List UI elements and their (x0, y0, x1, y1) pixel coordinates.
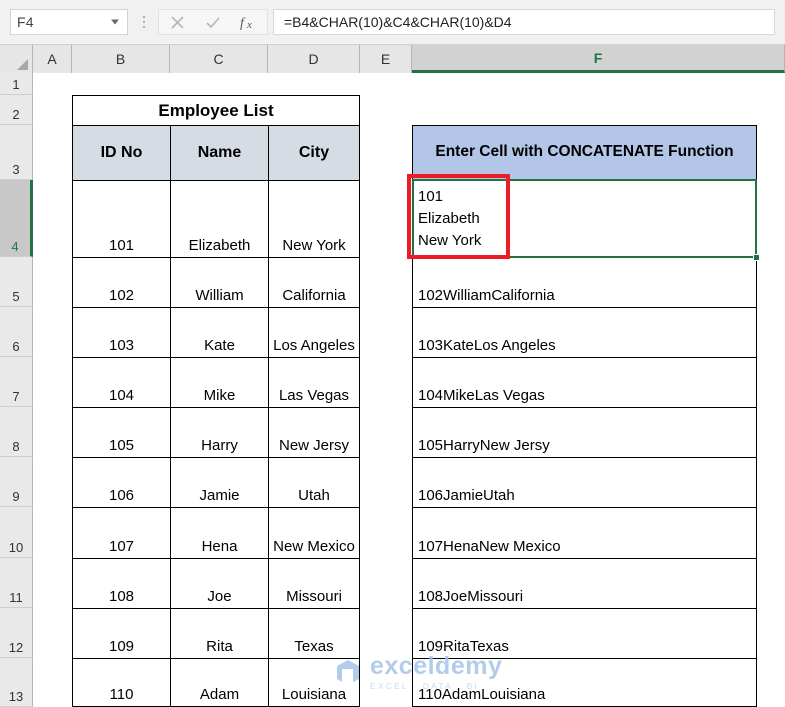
name-box-value: F4 (17, 14, 34, 30)
dot (143, 21, 145, 23)
svg-text:f: f (240, 16, 246, 31)
employee-cell-id-row10[interactable]: 107 (72, 507, 170, 558)
svg-text:x: x (246, 19, 252, 31)
employee-cell-id-row9[interactable]: 106 (72, 457, 170, 507)
employee-cell-id-row8[interactable]: 105 (72, 407, 170, 457)
employee-cell-id-row13[interactable]: 110 (72, 658, 170, 707)
employee-cell-name-row12[interactable]: Rita (170, 608, 268, 658)
employee-cell-name-row8[interactable]: Harry (170, 407, 268, 457)
result-cell-row13[interactable]: 110AdamLouisiana (412, 658, 757, 707)
employee-cell-name-row7[interactable]: Mike (170, 357, 268, 407)
employee-cell-city-row12[interactable]: Texas (268, 608, 360, 658)
column-header-e[interactable]: E (360, 45, 412, 73)
row-header-9[interactable]: 9 (0, 457, 33, 507)
row-header-12[interactable]: 12 (0, 608, 33, 658)
formula-bar: F4 f x =B4&CHAR(10)&C4&CHAR(10)&D4 (0, 0, 785, 45)
formula-bar-drag-handle[interactable] (135, 8, 153, 36)
result-cell-row9[interactable]: 106JamieUtah (412, 457, 757, 507)
employee-table-header-id-no[interactable]: ID No (72, 125, 170, 180)
column-header-a[interactable]: A (33, 45, 72, 73)
row-header-1[interactable]: 1 (0, 73, 33, 95)
employee-cell-city-row10[interactable]: New Mexico (268, 507, 360, 558)
employee-cell-name-row6[interactable]: Kate (170, 307, 268, 357)
employee-cell-city-row6[interactable]: Los Angeles (268, 307, 360, 357)
employee-cell-name-row9[interactable]: Jamie (170, 457, 268, 507)
fill-handle[interactable] (753, 254, 760, 261)
row-header-5[interactable]: 5 (0, 257, 33, 307)
row-header-10[interactable]: 10 (0, 507, 33, 558)
result-cell-row12[interactable]: 109RitaTexas (412, 608, 757, 658)
column-header-b[interactable]: B (72, 45, 170, 73)
dot (143, 26, 145, 28)
employee-cell-city-row4[interactable]: New York (268, 180, 360, 257)
employee-cell-name-row11[interactable]: Joe (170, 558, 268, 608)
employee-cell-id-row7[interactable]: 104 (72, 357, 170, 407)
result-cell-row5[interactable]: 102WilliamCalifornia (412, 257, 757, 307)
row-header-4[interactable]: 4 (0, 180, 33, 257)
employee-table-header-city[interactable]: City (268, 125, 360, 180)
row-header-11[interactable]: 11 (0, 558, 33, 608)
row-header-8[interactable]: 8 (0, 407, 33, 457)
employee-cell-name-row10[interactable]: Hena (170, 507, 268, 558)
employee-cell-name-row5[interactable]: William (170, 257, 268, 307)
row-header-2[interactable]: 2 (0, 95, 33, 125)
name-box[interactable]: F4 (10, 9, 128, 35)
formula-bar-buttons: f x (158, 9, 268, 35)
result-cell-row8[interactable]: 105HarryNew Jersy (412, 407, 757, 457)
employee-cell-name-row13[interactable]: Adam (170, 658, 268, 707)
close-icon[interactable] (159, 10, 195, 34)
worksheet-grid[interactable]: Employee List ID No Name City 101 Elizabeth Ne… (33, 73, 785, 707)
result-cell-row11[interactable]: 108JoeMissouri (412, 558, 757, 608)
employee-cell-city-row9[interactable]: Utah (268, 457, 360, 507)
row-header-7[interactable]: 7 (0, 357, 33, 407)
employee-cell-id-row6[interactable]: 103 (72, 307, 170, 357)
fx-icon[interactable]: f x (231, 10, 267, 34)
result-cell-row6[interactable]: 103KateLos Angeles (412, 307, 757, 357)
select-all-corner[interactable] (0, 45, 33, 73)
result-cell-row4[interactable]: 101 Elizabeth New York (412, 180, 757, 257)
employee-list-title[interactable]: Employee List (72, 95, 360, 125)
result-cell-row7[interactable]: 104MikeLas Vegas (412, 357, 757, 407)
employee-cell-city-row8[interactable]: New Jersy (268, 407, 360, 457)
row-header-3[interactable]: 3 (0, 125, 33, 180)
formula-input[interactable]: =B4&CHAR(10)&C4&CHAR(10)&D4 (273, 9, 775, 35)
employee-cell-city-row5[interactable]: California (268, 257, 360, 307)
column-header-c[interactable]: C (170, 45, 268, 73)
row-header-13[interactable]: 13 (0, 658, 33, 707)
employee-cell-city-row11[interactable]: Missouri (268, 558, 360, 608)
column-header-d[interactable]: D (268, 45, 360, 73)
employee-table-header-name[interactable]: Name (170, 125, 268, 180)
select-all-triangle-icon (17, 59, 28, 70)
result-cell-row10[interactable]: 107HenaNew Mexico (412, 507, 757, 558)
employee-cell-id-row12[interactable]: 109 (72, 608, 170, 658)
excel-worksheet-screenshot: F4 f x =B4&CHAR(10)&C4&CHAR(10)&D4 A B C… (0, 0, 785, 707)
chevron-down-icon[interactable] (111, 19, 119, 25)
employee-cell-id-row5[interactable]: 102 (72, 257, 170, 307)
check-icon[interactable] (195, 10, 231, 34)
dot (143, 16, 145, 18)
row-header-6[interactable]: 6 (0, 307, 33, 357)
employee-cell-id-row11[interactable]: 108 (72, 558, 170, 608)
column-header-row: ABCDEF (0, 45, 785, 73)
employee-cell-name-row4[interactable]: Elizabeth (170, 180, 268, 257)
employee-cell-city-row13[interactable]: Louisiana (268, 658, 360, 707)
column-header-f[interactable]: F (412, 45, 785, 73)
result-table-header[interactable]: Enter Cell with CONCATENATE Function (412, 125, 757, 180)
employee-cell-id-row4[interactable]: 101 (72, 180, 170, 257)
employee-cell-city-row7[interactable]: Las Vegas (268, 357, 360, 407)
